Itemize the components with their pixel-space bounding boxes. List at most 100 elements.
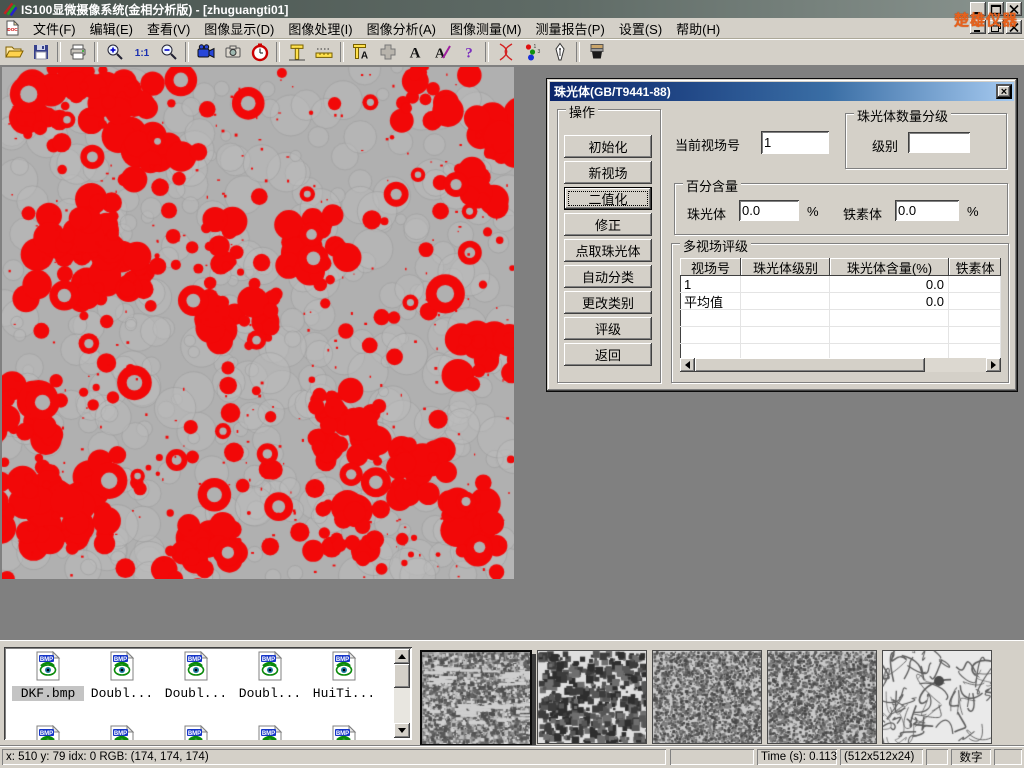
open-button[interactable]	[0, 40, 27, 64]
mdi-restore-button[interactable]	[988, 20, 1004, 34]
video-capture-button[interactable]	[192, 40, 219, 64]
scrollbar-thumb[interactable]	[695, 358, 925, 372]
thumbnail-3[interactable]	[652, 650, 762, 744]
toolbar-separator	[57, 42, 61, 62]
file-item-partial[interactable]	[308, 725, 380, 740]
menu-edit[interactable]: 编辑(E)	[83, 17, 140, 40]
mdi-close-button[interactable]	[1006, 20, 1022, 34]
col-pearlite-grade[interactable]: 珠光体级别	[741, 258, 830, 276]
save-icon	[31, 42, 51, 62]
auto-classify-button[interactable]: 自动分类	[564, 265, 652, 288]
text-style-button[interactable]: A	[428, 40, 455, 64]
zoom-out-button[interactable]	[155, 40, 182, 64]
file-item[interactable]: Doubl...	[86, 651, 158, 701]
file-item[interactable]: DKF.bmp	[12, 651, 84, 701]
change-class-button[interactable]: 更改类别	[564, 291, 652, 314]
pearlite-percent-input[interactable]	[739, 200, 799, 221]
zoom-in-button[interactable]	[101, 40, 128, 64]
menu-view[interactable]: 查看(V)	[140, 17, 197, 40]
mdi-minimize-button[interactable]	[970, 20, 986, 34]
return-button[interactable]: 返回	[564, 343, 652, 366]
pick-pearlite-button[interactable]: 点取珠光体	[564, 239, 652, 262]
thumbnail-4[interactable]	[767, 650, 877, 744]
correct-button[interactable]: 修正	[564, 213, 652, 236]
menu-image-process[interactable]: 图像处理(I)	[281, 17, 359, 40]
horizontal-ruler-icon	[314, 42, 334, 62]
menu-help[interactable]: 帮助(H)	[669, 17, 727, 40]
scroll-left-button[interactable]	[680, 358, 695, 372]
brush-button[interactable]	[583, 40, 610, 64]
horizontal-measure-button[interactable]	[310, 40, 337, 64]
scroll-down-button[interactable]	[394, 723, 410, 738]
col-view-number[interactable]: 视场号	[680, 258, 741, 276]
current-view-input[interactable]	[761, 131, 829, 154]
caliper-text-icon: A	[351, 42, 371, 62]
cross-merge-icon	[378, 42, 398, 62]
title-bar[interactable]: IS100显微摄像系统(金相分析版) - [zhuguangti01]	[0, 0, 1024, 18]
actual-size-button[interactable]: 1:1	[128, 40, 155, 64]
scrollbar-thumb[interactable]	[394, 664, 410, 688]
binarize-button[interactable]: 二值化	[564, 187, 652, 210]
bmp-file-icon	[107, 651, 137, 681]
new-field-button[interactable]: 新视场	[564, 161, 652, 184]
menu-image-display[interactable]: 图像显示(D)	[197, 17, 281, 40]
minimize-button[interactable]	[970, 2, 986, 16]
file-list[interactable]: DKF.bmp Doubl... Doubl... Doubl... HuiTi…	[4, 647, 412, 740]
file-name[interactable]: HuiTi...	[308, 686, 380, 701]
file-name[interactable]: DKF.bmp	[12, 686, 84, 701]
pen-button[interactable]	[546, 40, 573, 64]
col-ferrite[interactable]: 铁素体	[949, 258, 1001, 276]
menu-file[interactable]: 文件(F)	[26, 17, 83, 40]
file-name[interactable]: Doubl...	[86, 686, 158, 701]
close-button[interactable]	[1006, 2, 1022, 16]
capture-button[interactable]	[219, 40, 246, 64]
thumbnail-1[interactable]	[420, 650, 532, 746]
ferrite-percent-input[interactable]	[895, 200, 959, 221]
file-list-scrollbar[interactable]	[394, 649, 410, 738]
scroll-up-button[interactable]	[394, 649, 410, 664]
rate-button[interactable]: 评级	[564, 317, 652, 340]
timer-button[interactable]	[246, 40, 273, 64]
init-button[interactable]: 初始化	[564, 135, 652, 158]
menu-image-measure[interactable]: 图像测量(M)	[443, 17, 529, 40]
menu-report[interactable]: 测量报告(P)	[528, 17, 611, 40]
dialog-close-button[interactable]: ×	[996, 84, 1012, 99]
vertical-measure-button[interactable]	[283, 40, 310, 64]
maximize-button[interactable]	[988, 2, 1004, 16]
col-pearlite-content[interactable]: 珠光体含量(%)	[830, 258, 949, 276]
scroll-right-button[interactable]	[986, 358, 1001, 372]
file-item-partial[interactable]	[160, 725, 232, 740]
toolbar-separator	[185, 42, 189, 62]
table-row[interactable]: 平均值 0.0	[680, 293, 1001, 310]
curve-measure-button[interactable]	[492, 40, 519, 64]
thumbnail-2[interactable]	[537, 650, 647, 744]
file-item[interactable]: Doubl...	[160, 651, 232, 701]
print-button[interactable]	[64, 40, 91, 64]
bmp-file-icon	[329, 651, 359, 681]
dialog-title-bar[interactable]: 珠光体(GB/T9441-88) ×	[550, 82, 1014, 101]
one-to-one-icon: 1:1	[132, 42, 152, 62]
toolbar-separator	[94, 42, 98, 62]
file-name[interactable]: Doubl...	[234, 686, 306, 701]
multiview-table[interactable]: 视场号 珠光体级别 珠光体含量(%) 铁素体 1 0.0 平均值	[680, 258, 1001, 372]
file-item-partial[interactable]	[234, 725, 306, 740]
file-item-partial[interactable]	[12, 725, 84, 740]
file-item-partial[interactable]	[86, 725, 158, 740]
file-item[interactable]: HuiTi...	[308, 651, 380, 701]
menu-settings[interactable]: 设置(S)	[612, 17, 669, 40]
menu-image-analysis[interactable]: 图像分析(A)	[360, 17, 443, 40]
file-item[interactable]: Doubl...	[234, 651, 306, 701]
grade-input[interactable]	[908, 132, 970, 153]
metallographic-image[interactable]	[2, 67, 514, 579]
table-horizontal-scrollbar[interactable]	[680, 358, 1001, 372]
table-row[interactable]: 1 0.0	[680, 276, 1001, 293]
help-button[interactable]: ?	[455, 40, 482, 64]
thumbnail-5[interactable]	[882, 650, 992, 744]
file-name[interactable]: Doubl...	[160, 686, 232, 701]
text-button[interactable]: A	[401, 40, 428, 64]
merge-button[interactable]	[374, 40, 401, 64]
measure-label-button[interactable]: A	[347, 40, 374, 64]
toolbar-separator	[340, 42, 344, 62]
point-count-button[interactable]: 13	[519, 40, 546, 64]
save-button[interactable]	[27, 40, 54, 64]
